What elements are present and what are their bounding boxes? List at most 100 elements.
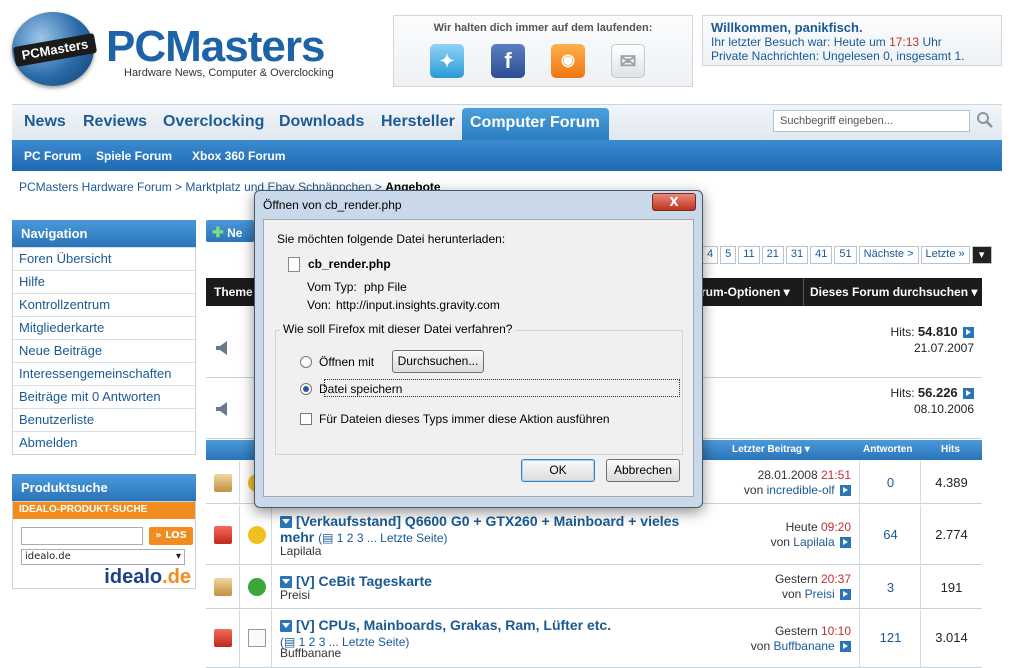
sidebar-item-logout[interactable]: Abmelden xyxy=(13,431,195,454)
thread-menu-icon[interactable] xyxy=(280,620,292,633)
sidebar-item-zero-replies[interactable]: Beiträge mit 0 Antworten xyxy=(13,385,195,408)
sidebar-item-new-posts[interactable]: Neue Beiträge xyxy=(13,339,195,362)
sidebar-item-help[interactable]: Hilfe xyxy=(13,270,195,293)
search-icon[interactable] xyxy=(976,111,994,129)
go-to-post-icon[interactable] xyxy=(963,327,974,339)
site-logo[interactable]: PCMasters PCMasters Hardware News, Compu… xyxy=(12,12,342,92)
smile-icon xyxy=(248,578,266,596)
thread-title[interactable]: [V] CeBit Tageskarte xyxy=(280,573,690,589)
go-to-post-icon[interactable] xyxy=(840,537,851,549)
thread-author[interactable]: Buffbanane xyxy=(280,646,341,660)
pagination: 4 5 11 21 31 41 51 Nächste > Letzte » ▾ xyxy=(702,246,992,264)
open-with-label[interactable]: Öffnen mit xyxy=(319,355,374,369)
go-to-post-icon[interactable] xyxy=(963,388,974,400)
idealo-search-input[interactable] xyxy=(21,527,143,545)
nav-downloads[interactable]: Downloads xyxy=(279,113,364,131)
search-input[interactable]: Suchbegriff eingeben... xyxy=(773,110,970,132)
nav-hersteller[interactable]: Hersteller xyxy=(381,113,455,131)
file-type-value: php File xyxy=(364,280,407,294)
nav-reviews[interactable]: Reviews xyxy=(83,113,147,131)
nav-overclocking[interactable]: Overclocking xyxy=(163,113,264,131)
sort-hits[interactable]: Hits xyxy=(941,444,960,455)
always-do-label[interactable]: Für Dateien dieses Typs immer diese Akti… xyxy=(319,412,610,426)
last-page-link[interactable]: Letzte » xyxy=(920,246,970,264)
last-post-user-link[interactable]: Buffbanane xyxy=(773,639,834,653)
thread-menu-icon[interactable] xyxy=(280,516,292,529)
nav-computer-forum[interactable]: Computer Forum xyxy=(462,108,609,141)
page-link[interactable]: 5 xyxy=(720,246,737,264)
sidebar-item-member-map[interactable]: Mitgliederkarte xyxy=(13,316,195,339)
rss-icon[interactable]: ◉ xyxy=(551,44,585,78)
twitter-icon[interactable]: ✦ xyxy=(430,44,464,78)
idealo-widget: IDEALO-PRODUKT-SUCHE » LOS idealo.de ▾ id… xyxy=(12,501,196,589)
idealo-select[interactable]: idealo.de ▾ xyxy=(21,549,185,565)
file-icon xyxy=(288,257,300,272)
cancel-button[interactable]: Abbrechen xyxy=(606,459,680,482)
answers-count[interactable]: 64 xyxy=(860,527,921,542)
save-file-label[interactable]: Datei speichern xyxy=(319,382,402,396)
sub-nav: PC Forum Spiele Forum Xbox 360 Forum xyxy=(12,140,1002,171)
hits-count: 4.389 xyxy=(935,475,968,490)
thread-menu-icon[interactable] xyxy=(280,576,292,589)
answers-count[interactable]: 0 xyxy=(860,475,921,490)
ok-button[interactable]: OK xyxy=(521,459,595,482)
newsletter-icon[interactable]: ✉ xyxy=(611,44,645,78)
sort-last-post[interactable]: Letzter Beitrag ▾ xyxy=(732,444,810,455)
download-dialog: Öffnen von cb_render.php X Sie möchten f… xyxy=(254,190,703,508)
page-link[interactable]: 21 xyxy=(761,246,784,264)
answers-count[interactable]: 3 xyxy=(860,580,921,595)
facebook-icon[interactable]: f xyxy=(491,44,525,78)
page-link[interactable]: 4 xyxy=(702,246,719,264)
subnav-pc-forum[interactable]: PC Forum xyxy=(24,149,81,163)
sidebar-item-interest-groups[interactable]: Interessengemeinschaften xyxy=(13,362,195,385)
announcement-icon xyxy=(216,341,227,355)
thread-title[interactable]: [V] CPUs, Mainboards, Grakas, Ram, Lüfte… xyxy=(280,617,690,650)
private-messages-link[interactable]: Private Nachrichten: Ungelesen 0, insges… xyxy=(711,49,993,63)
go-to-post-icon[interactable] xyxy=(840,485,851,497)
page-link[interactable]: 51 xyxy=(834,246,857,264)
open-with-radio[interactable] xyxy=(300,356,312,368)
forum-options-menu[interactable]: rum-Optionen ▾ xyxy=(701,285,790,299)
dialog-intro: Sie möchten folgende Datei herunterladen… xyxy=(277,232,506,246)
new-thread-button[interactable]: ✚ Ne xyxy=(206,220,254,242)
browse-button[interactable]: Durchsuchen... xyxy=(392,350,484,373)
thumbs-up-icon xyxy=(248,526,266,544)
locked-folder-icon xyxy=(214,474,232,492)
thread-title[interactable]: [Verkaufsstand] Q6600 G0 + GTX260 + Main… xyxy=(280,513,690,546)
go-to-post-icon[interactable] xyxy=(840,641,851,653)
hits-count: 3.014 xyxy=(935,630,968,645)
sort-answers[interactable]: Antworten xyxy=(863,444,912,455)
sidebar-item-forum-overview[interactable]: Foren Übersicht xyxy=(13,247,195,270)
go-to-post-icon[interactable] xyxy=(840,589,851,601)
welcome-box: Willkommen, panikfisch. Ihr letzter Besu… xyxy=(702,15,1002,66)
brand-tagline: Hardware News, Computer & Overclocking xyxy=(124,67,334,79)
last-post-user-link[interactable]: Lapilala xyxy=(793,535,834,549)
next-page-link[interactable]: Nächste > xyxy=(858,246,919,264)
sidebar-item-member-list[interactable]: Benutzerliste xyxy=(13,408,195,431)
page-link[interactable]: 11 xyxy=(738,246,760,264)
thread-author[interactable]: Lapilala xyxy=(280,544,321,558)
last-post-user-link[interactable]: Preisi xyxy=(805,587,835,601)
close-button[interactable]: X xyxy=(652,193,696,211)
idealo-go-button[interactable]: » LOS xyxy=(149,527,193,545)
product-search-heading: Produktsuche xyxy=(12,474,196,501)
table-row: [V] CeBit Tageskarte Preisi Gestern 20:3… xyxy=(206,566,982,609)
chevron-down-icon[interactable]: ▾ xyxy=(971,246,992,264)
search-forum-menu[interactable]: Dieses Forum durchsuchen ▾ xyxy=(810,285,977,299)
hot-folder-icon xyxy=(214,629,232,647)
subnav-xbox-forum[interactable]: Xbox 360 Forum xyxy=(192,149,285,163)
page-link[interactable]: 41 xyxy=(810,246,833,264)
idealo-bar: IDEALO-PRODUKT-SUCHE xyxy=(13,502,195,519)
thread-author[interactable]: Preisi xyxy=(280,588,310,602)
subnav-spiele-forum[interactable]: Spiele Forum xyxy=(96,149,172,163)
answers-count[interactable]: 121 xyxy=(860,630,921,645)
save-file-radio[interactable] xyxy=(300,383,312,395)
idealo-logo[interactable]: idealo.de xyxy=(104,566,191,589)
nav-news[interactable]: News xyxy=(24,113,66,131)
sidebar-item-control-center[interactable]: Kontrollzentrum xyxy=(13,293,195,316)
thread-pages[interactable]: (▤ 1 2 3 ... Letzte Seite) xyxy=(318,531,447,545)
page-link[interactable]: 31 xyxy=(785,246,809,264)
always-do-checkbox[interactable] xyxy=(300,413,312,425)
breadcrumb-forum[interactable]: PCMasters Hardware Forum xyxy=(19,180,172,194)
last-post-user-link[interactable]: incredible-olf xyxy=(767,483,835,497)
